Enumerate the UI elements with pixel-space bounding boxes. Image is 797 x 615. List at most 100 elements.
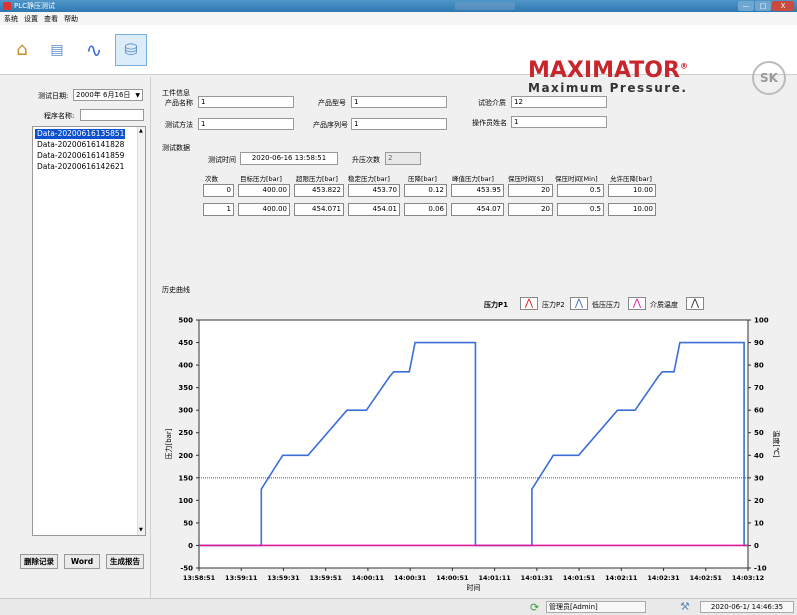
maximize-button[interactable]: □ <box>755 1 771 11</box>
list-item[interactable]: Data-20200616142621 <box>35 162 125 172</box>
table-cell: 454.071 <box>294 203 344 216</box>
delete-record-button[interactable]: 删除记录 <box>20 554 58 569</box>
minimize-button[interactable]: — <box>738 1 754 11</box>
wave-icon[interactable]: ∿ <box>80 36 108 64</box>
method-label: 测试方法 <box>165 121 193 129</box>
serial-label: 产品序列号 <box>313 121 348 129</box>
title-bar: PLC静压测试 — □ X <box>0 0 797 12</box>
y2-tick-label: 60 <box>754 407 764 415</box>
section-title: 测试数据 <box>162 144 190 152</box>
product-model-field[interactable]: 1 <box>351 96 447 108</box>
test-time-label: 测试时间 <box>208 156 236 164</box>
program-name-input[interactable] <box>80 109 144 121</box>
date-picker[interactable]: 2000年 6月16日 ▼ <box>73 89 143 101</box>
col-header: 稳定压力[bar] <box>348 175 390 183</box>
x-tick-label: 14:00:51 <box>436 574 469 582</box>
product-model-label: 产品型号 <box>318 99 346 107</box>
y-tick-label: 450 <box>178 339 193 347</box>
y2-tick-label: 0 <box>754 542 759 550</box>
y-tick-label: 0 <box>188 542 193 550</box>
title-highlight <box>455 2 515 10</box>
col-header: 目标压力[bar] <box>240 175 282 183</box>
boost-count-label: 升压次数 <box>352 156 380 164</box>
x-tick-label: 13:59:11 <box>225 574 258 582</box>
x-tick-label: 14:01:31 <box>521 574 554 582</box>
y-tick-label: -50 <box>180 565 193 573</box>
y-tick-label: 500 <box>178 317 193 325</box>
scroll-up-icon[interactable]: ▲ <box>139 128 143 134</box>
y2-tick-label: 70 <box>754 384 764 392</box>
y-tick-label: 200 <box>178 452 193 460</box>
table-cell: 1 <box>203 203 234 216</box>
x-tick-label: 14:02:11 <box>605 574 638 582</box>
database-icon[interactable]: ⛁ <box>115 34 147 66</box>
list-item[interactable]: Data-20200616135851 <box>35 129 125 139</box>
window-title: PLC静压测试 <box>14 2 56 10</box>
divider <box>150 77 151 598</box>
table-cell: 10.00 <box>608 184 656 197</box>
test-time-field[interactable]: 2020-06-16 13:58:51 <box>240 152 338 165</box>
x-tick-label: 14:02:31 <box>647 574 680 582</box>
section-title: 工件信息 <box>162 89 190 97</box>
col-header: 次数 <box>205 175 218 183</box>
table-cell: 0.5 <box>557 184 604 197</box>
status-bar: ⟳ 管理员[Admin] ⚒ 2020-06-1/ 14:46:35 <box>0 598 797 615</box>
table-cell: 453.70 <box>348 184 400 197</box>
menu-settings[interactable]: 设置 <box>24 14 38 24</box>
report-icon[interactable]: ▤ <box>43 36 71 64</box>
x-tick-label: 13:59:31 <box>267 574 300 582</box>
company-logo: SK <box>752 61 786 95</box>
table-cell: 453.95 <box>451 184 504 197</box>
menu-bar: 系统 设置 查看 帮助 <box>0 12 797 25</box>
y-tick-label: 50 <box>183 519 193 527</box>
x-tick-label: 14:00:11 <box>352 574 385 582</box>
operator-label: 操作员姓名 <box>472 119 507 127</box>
method-field[interactable]: 1 <box>198 118 294 130</box>
boost-count-field: 2 <box>385 152 421 165</box>
col-header: 保压时间[Min] <box>555 175 598 183</box>
x-tick-label: 14:02:51 <box>690 574 723 582</box>
menu-system[interactable]: 系统 <box>4 14 18 24</box>
medium-field[interactable]: 12 <box>511 96 607 108</box>
program-name-label: 程序名称: <box>44 112 75 120</box>
menu-view[interactable]: 查看 <box>44 14 58 24</box>
generate-report-button[interactable]: 生成报告 <box>106 554 144 569</box>
close-button[interactable]: X <box>772 1 794 11</box>
y2-tick-label: 100 <box>754 317 769 325</box>
scroll-down-icon[interactable]: ▼ <box>139 527 143 533</box>
x-tick-label: 13:58:51 <box>183 574 216 582</box>
list-item[interactable]: Data-20200616141828 <box>35 140 125 150</box>
menu-help[interactable]: 帮助 <box>64 14 78 24</box>
y-tick-label: 250 <box>178 429 193 437</box>
refresh-icon: ⟳ <box>530 601 540 614</box>
table-cell: 20 <box>508 184 553 197</box>
product-name-field[interactable]: 1 <box>198 96 294 108</box>
y2-tick-label: 90 <box>754 339 764 347</box>
col-header: 超限压力[bar] <box>296 175 338 183</box>
y2-tick-label: 20 <box>754 497 764 505</box>
home-icon[interactable]: ⌂ <box>8 36 36 64</box>
date-label: 测试日期: <box>38 92 69 100</box>
serial-field[interactable]: 1 <box>351 118 447 130</box>
list-item[interactable]: Data-20200616141859 <box>35 151 125 161</box>
x-tick-label: 14:01:51 <box>563 574 596 582</box>
y2-tick-label: 50 <box>754 429 764 437</box>
y-tick-label: 400 <box>178 362 193 370</box>
x-tick-label: 14:00:31 <box>394 574 427 582</box>
chevron-down-icon: ▼ <box>135 92 140 99</box>
y-tick-label: 150 <box>178 474 193 482</box>
plot-area <box>198 319 749 569</box>
table-cell: 0.5 <box>557 203 604 216</box>
word-button[interactable]: Word <box>64 554 100 569</box>
section-title: 历史曲线 <box>162 286 190 294</box>
table-cell: 454.01 <box>348 203 400 216</box>
table-cell: 400.00 <box>238 203 290 216</box>
x-axis-label: 时间 <box>467 583 481 592</box>
operator-field[interactable]: 1 <box>511 116 607 128</box>
table-cell: 0.12 <box>404 184 447 197</box>
x-tick-label: 13:59:51 <box>310 574 343 582</box>
product-name-label: 产品名称 <box>165 99 193 107</box>
file-list[interactable]: Data-20200616135851 Data-20200616141828 … <box>32 126 146 536</box>
y2-tick-label: 80 <box>754 362 764 370</box>
scrollbar[interactable]: ▲ ▼ <box>137 127 145 535</box>
